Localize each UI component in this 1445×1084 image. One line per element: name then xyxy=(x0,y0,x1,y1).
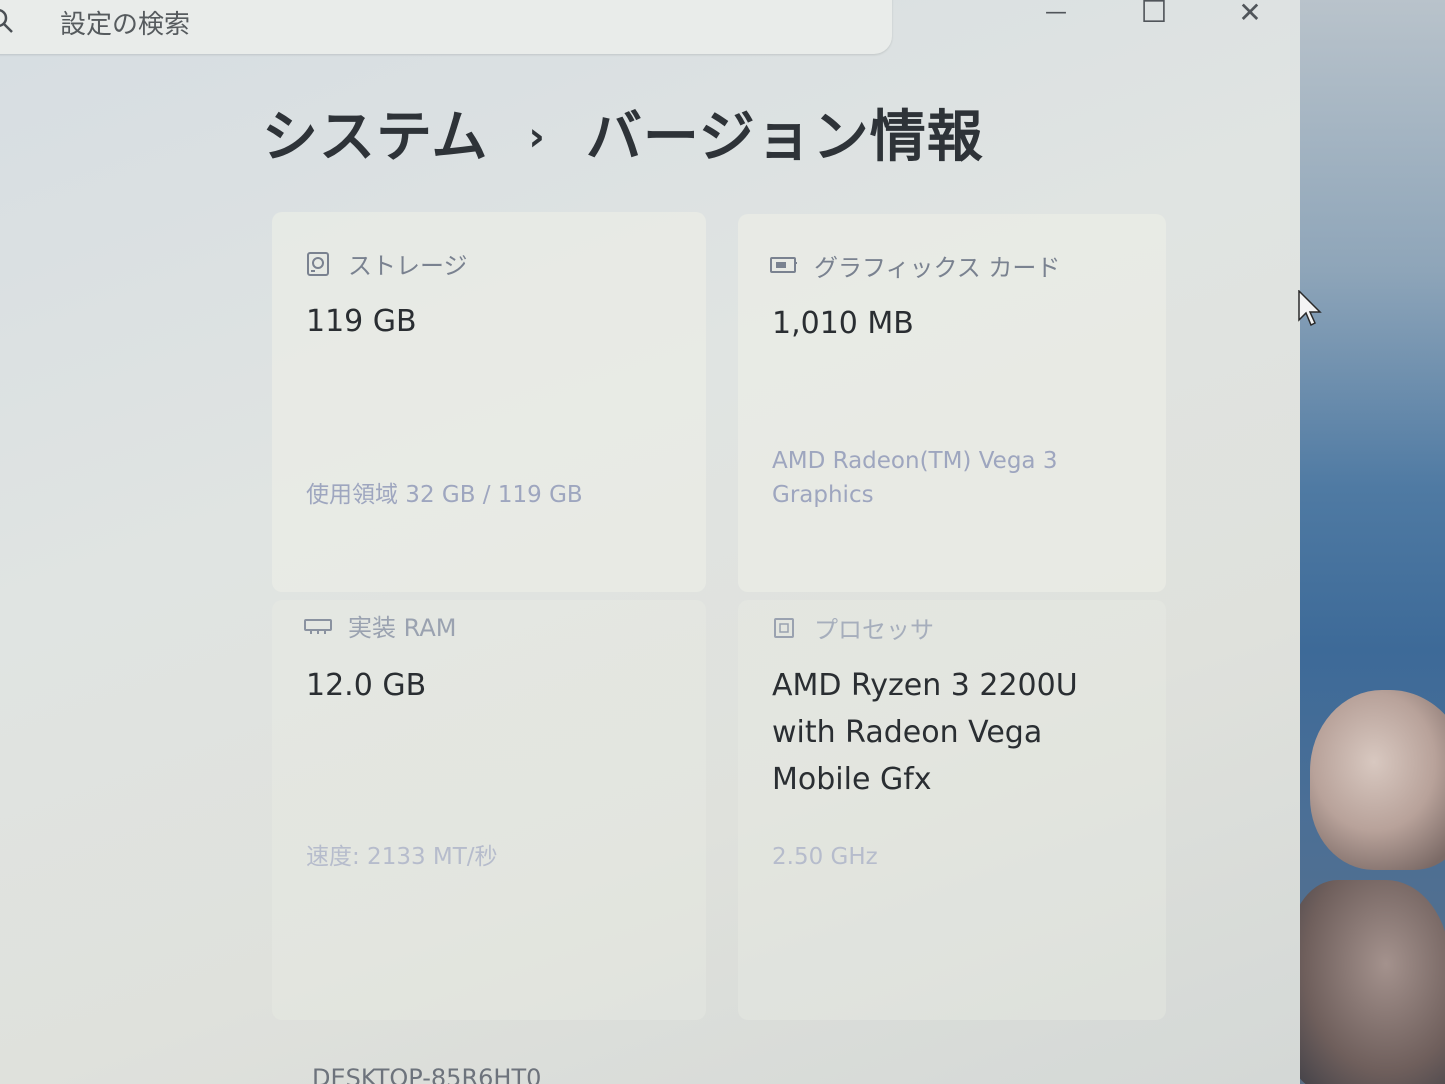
ram-value: 12.0 GB xyxy=(306,668,427,703)
maximize-icon: ☐ xyxy=(1140,0,1168,30)
ram-label: 実装 RAM xyxy=(348,614,457,642)
graphics-card-icon xyxy=(770,253,798,279)
processor-value-line1: AMD Ryzen 3 2200U xyxy=(772,668,1078,703)
minimize-icon: — xyxy=(1045,0,1067,25)
graphics-detail-line2: Graphics xyxy=(772,482,874,508)
close-icon: ✕ xyxy=(1238,0,1262,29)
graphics-label: グラフィックス カード xyxy=(814,254,1061,282)
graphics-header: グラフィックス カード xyxy=(770,248,1060,283)
processor-value-line3: Mobile Gfx xyxy=(772,762,932,797)
search-box[interactable]: 設定の検索 xyxy=(0,0,892,54)
close-button[interactable]: ✕ xyxy=(1226,0,1274,32)
processor-value-line2: with Radeon Vega xyxy=(772,715,1043,750)
storage-icon xyxy=(304,251,332,277)
breadcrumb-parent[interactable]: システム xyxy=(262,105,488,170)
wallpaper-rock-lower xyxy=(1290,880,1445,1084)
ram-detail: 速度: 2133 MT/秒 xyxy=(306,844,498,870)
processor-detail: 2.50 GHz xyxy=(772,844,878,870)
breadcrumb: システム › バージョン情報 xyxy=(262,92,984,173)
wallpaper-rock xyxy=(1310,690,1445,870)
storage-detail: 使用領域 32 GB / 119 GB xyxy=(306,482,583,508)
processor-header: プロセッサ xyxy=(770,610,934,645)
search-icon xyxy=(0,6,16,36)
graphics-detail-line1: AMD Radeon(TM) Vega 3 xyxy=(772,448,1058,474)
ram-icon xyxy=(304,613,332,639)
desktop-wallpaper xyxy=(1290,0,1445,1084)
page-title: バージョン情報 xyxy=(585,105,984,170)
processor-label: プロセッサ xyxy=(814,616,934,644)
mouse-cursor-icon xyxy=(1298,289,1324,330)
settings-window: 設定の検索 — ☐ ✕ システム › バージョン情報 ストレージ 119 GB 使用… xyxy=(0,0,1300,1084)
maximize-button[interactable]: ☐ xyxy=(1130,0,1178,32)
storage-header: ストレージ xyxy=(304,246,468,281)
ram-header: 実装 RAM xyxy=(304,608,456,643)
breadcrumb-separator-icon: › xyxy=(528,114,546,160)
search-placeholder: 設定の検索 xyxy=(60,10,191,40)
minimize-button[interactable]: — xyxy=(1032,0,1080,32)
storage-value: 119 GB xyxy=(306,304,417,339)
graphics-value: 1,010 MB xyxy=(772,306,914,341)
device-name: DESKTOP-85R6HT0 xyxy=(312,1064,542,1084)
storage-label: ストレージ xyxy=(348,252,468,280)
processor-icon xyxy=(770,615,798,641)
